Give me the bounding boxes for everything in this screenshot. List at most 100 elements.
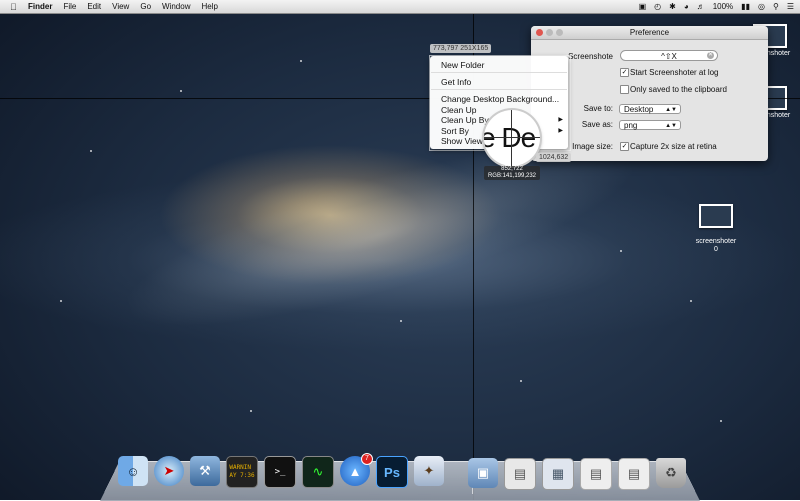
dock-xcode[interactable]: ⚒ (190, 456, 220, 486)
star (400, 320, 402, 322)
submenu-arrow-icon: ▶ (558, 128, 563, 134)
menu-edit[interactable]: Edit (87, 2, 101, 11)
stamp-eagle-icon: ✦ (423, 463, 435, 478)
chevron-updown-icon: ▲▼ (665, 107, 677, 113)
menu-item-get-info[interactable]: Get Info (441, 77, 471, 87)
dock-activity-monitor[interactable]: ∿ (302, 456, 334, 488)
document-icon: ▤ (513, 466, 527, 481)
menu-item-new-folder[interactable]: New Folder (441, 60, 484, 70)
dock-stack-downloads[interactable]: ▦ (542, 458, 574, 490)
menu-bar:  Finder File Edit View Go Window Help ▣… (0, 0, 800, 14)
selection-origin-label: 773,797 251X165 (430, 44, 492, 53)
loupe-crosshair-v (511, 110, 512, 166)
photoshop-label: Ps (384, 464, 400, 480)
menu-file[interactable]: File (63, 2, 76, 11)
menu-item-clean-up-by[interactable]: Clean Up By (441, 115, 489, 125)
volume-icon[interactable]: ♬ (697, 2, 705, 11)
magnifier-rgb: RGB:141,199,232 (487, 173, 537, 179)
loupe-crosshair-h (484, 137, 540, 138)
finder-face-icon: ☺ (126, 463, 140, 479)
star (180, 90, 182, 92)
menu-separator (431, 72, 567, 73)
close-icon[interactable] (536, 29, 543, 36)
apple-icon[interactable]:  (10, 2, 20, 12)
magnifier-loupe: e De (484, 110, 540, 166)
app-store-icon: ▲ (348, 463, 362, 479)
dock-app-store[interactable]: ▲ 7 (340, 453, 373, 486)
battery-icon[interactable]: ▮▮ (741, 2, 750, 11)
menu-view[interactable]: View (112, 2, 129, 11)
desktop-file[interactable]: screenshoter 0 (686, 196, 746, 262)
menu-app-name[interactable]: Finder (28, 2, 52, 11)
dock-stack-documents[interactable]: ▤ (580, 458, 612, 490)
list-icon[interactable]: ☰ (787, 2, 794, 11)
minimize-icon[interactable] (546, 29, 553, 36)
clear-hotkey-icon[interactable]: ✕ (707, 52, 714, 59)
dock-terminal[interactable]: >_ (264, 456, 296, 488)
retina-label: Capture 2x size at retina (630, 142, 717, 151)
star (620, 250, 622, 252)
battery-label[interactable]: 100% (713, 2, 733, 11)
document-icon: ▤ (627, 466, 641, 481)
status-area: ▣ ◴ ✱ ◕ ♬ 100% ▮▮ ◎ ⚲ ☰ (631, 0, 794, 13)
star (300, 60, 302, 62)
magnified-text: e De (484, 122, 536, 153)
document-icon: ▤ (589, 466, 603, 481)
save-to-select[interactable]: Desktop ▲▼ (619, 104, 681, 114)
hotkey-value: ^⇧X (661, 52, 677, 61)
wifi-icon[interactable]: ◕ (684, 2, 689, 11)
hotkey-label: Screenshote (568, 52, 613, 61)
start-at-login-checkbox[interactable]: ✓ (620, 68, 629, 77)
window-titlebar[interactable]: Preference (531, 26, 768, 40)
folder-icon: ▣ (476, 465, 490, 480)
file-thumbnail (699, 204, 733, 228)
dock-photoshop[interactable]: Ps (376, 456, 408, 488)
trash-icon: ♻ (665, 465, 677, 480)
selection-corner-label: 1024,632 (536, 153, 572, 162)
search-icon[interactable]: ⚲ (773, 2, 779, 11)
star (520, 380, 522, 382)
camera-icon[interactable]: ▣ (639, 2, 647, 11)
zoom-icon[interactable] (556, 29, 563, 36)
dock-safari[interactable]: ➤ (154, 456, 184, 486)
save-as-select[interactable]: png ▲▼ (619, 120, 681, 130)
retina-checkbox[interactable]: ✓ (620, 142, 629, 151)
console-text: WARNIN AY 7:36 (229, 464, 255, 479)
dock-stack-recent[interactable]: ▤ (618, 458, 650, 490)
star (250, 410, 252, 412)
star (90, 150, 92, 152)
submenu-arrow-icon: ▶ (558, 117, 563, 123)
dock-trash[interactable]: ♻ (656, 458, 686, 488)
chevron-updown-icon: ▲▼ (665, 123, 677, 129)
bluetooth-icon[interactable]: ✱ (669, 2, 676, 11)
menu-go[interactable]: Go (140, 2, 151, 11)
dock-stack-screenshots[interactable]: ▤ (504, 458, 536, 490)
save-as-value: png (624, 121, 638, 130)
image-stack-icon: ▦ (551, 466, 565, 481)
menu-item-change-background[interactable]: Change Desktop Background... (441, 94, 559, 104)
menu-window[interactable]: Window (162, 2, 190, 11)
screenshot-icon[interactable]: ◎ (758, 2, 765, 11)
dock-console[interactable]: WARNIN AY 7:36 (226, 456, 258, 488)
window-title: Preference (629, 28, 670, 37)
dock-finder[interactable]: ☺ (118, 456, 148, 486)
menu-item-sort-by[interactable]: Sort By (441, 126, 469, 136)
star (60, 300, 62, 302)
hotkey-field[interactable]: ^⇧X ✕ (620, 50, 718, 61)
dock-mail[interactable]: ✦ (414, 456, 444, 486)
menu-help[interactable]: Help (201, 2, 217, 11)
terminal-prompt-icon: >_ (274, 467, 286, 477)
save-to-label: Save to: (583, 104, 613, 113)
time-machine-icon[interactable]: ◴ (654, 2, 661, 11)
save-as-label: Save as: (581, 120, 613, 129)
menu-item-clean-up[interactable]: Clean Up (441, 105, 476, 115)
file-label: screenshoter 0 (695, 238, 737, 253)
dock-applications-folder[interactable]: ▣ (468, 458, 498, 488)
hammer-icon: ⚒ (199, 463, 211, 478)
star (690, 300, 692, 302)
only-clipboard-checkbox[interactable] (620, 85, 629, 94)
menu-item-show-view[interactable]: Show View (441, 136, 483, 146)
compass-icon: ➤ (163, 463, 175, 478)
menu-separator (431, 89, 567, 90)
start-at-login-label: Start Screenshoter at log (630, 68, 719, 77)
